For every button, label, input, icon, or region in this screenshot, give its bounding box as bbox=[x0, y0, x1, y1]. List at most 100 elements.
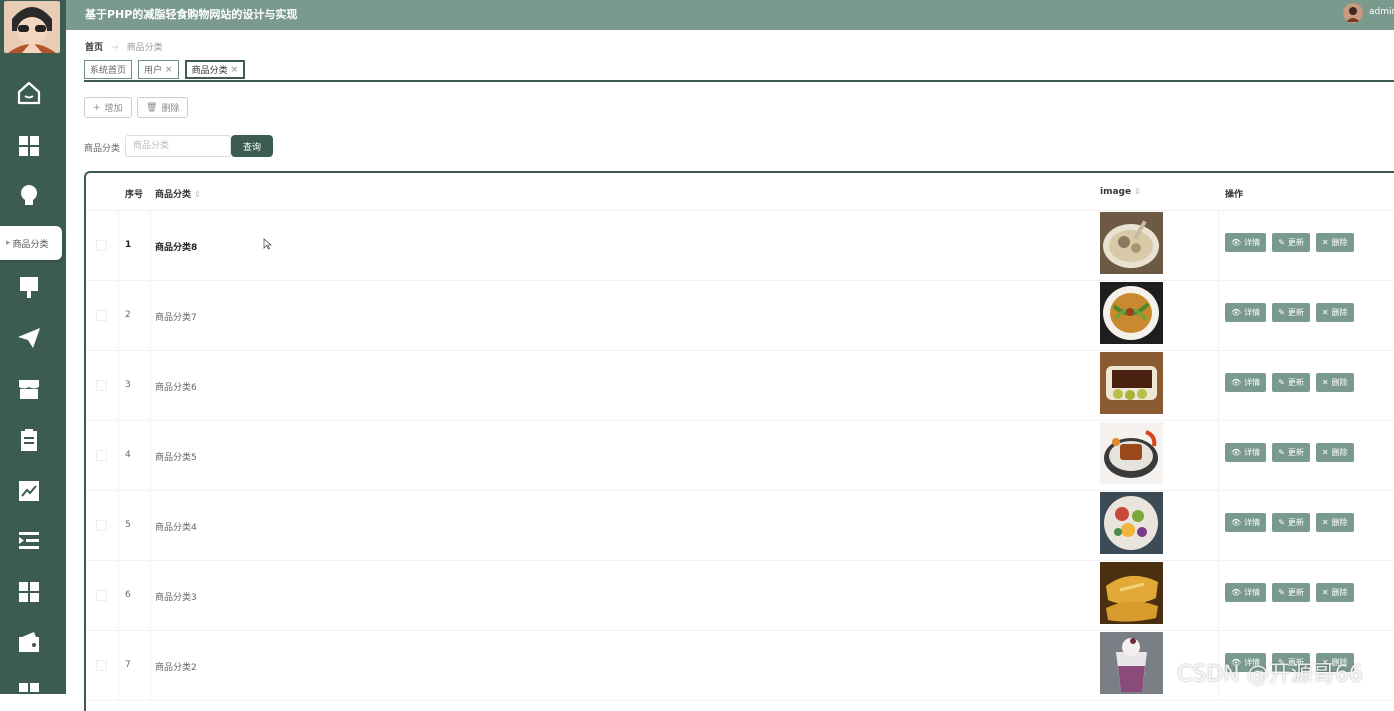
update-button[interactable]: ✎ 更新 bbox=[1272, 303, 1310, 322]
detail-button[interactable]: 👁 详情 bbox=[1225, 373, 1267, 392]
search-input[interactable] bbox=[125, 135, 231, 157]
table-row: 2 商品分类7 👁 详情 ✎ 更新 ✕ 删除 bbox=[86, 281, 1394, 351]
chart-line-icon[interactable] bbox=[14, 476, 44, 506]
tab-system-home[interactable]: 系统首页 bbox=[84, 60, 133, 79]
close-icon: ✕ bbox=[1321, 378, 1329, 387]
update-button[interactable]: ✎ 更新 bbox=[1272, 513, 1310, 532]
detail-button-label: 详情 bbox=[1244, 378, 1261, 387]
edit-icon: ✎ bbox=[1278, 518, 1285, 527]
update-button-label: 更新 bbox=[1287, 378, 1304, 387]
store-icon[interactable] bbox=[14, 374, 44, 404]
indent-list-icon[interactable] bbox=[14, 526, 44, 556]
row-delete-button[interactable]: ✕ 删除 bbox=[1315, 233, 1354, 252]
row-delete-button-label: 删除 bbox=[1331, 308, 1348, 317]
detail-button[interactable]: 👁 详情 bbox=[1225, 233, 1267, 252]
update-button-label: 更新 bbox=[1287, 308, 1304, 317]
row-delete-button[interactable]: ✕ 删除 bbox=[1315, 373, 1354, 392]
cell-divider bbox=[118, 211, 119, 281]
row-category-name: 商品分类7 bbox=[155, 313, 197, 323]
delete-button[interactable]: 🗑 删除 bbox=[137, 97, 189, 118]
cell-divider bbox=[1218, 421, 1219, 491]
row-delete-button-label: 删除 bbox=[1331, 588, 1348, 597]
row-delete-button[interactable]: ✕ 删除 bbox=[1315, 583, 1354, 602]
cell-divider bbox=[150, 561, 151, 631]
eye-icon: 👁 bbox=[1231, 518, 1242, 527]
update-button[interactable]: ✎ 更新 bbox=[1272, 583, 1310, 602]
cell-divider bbox=[118, 351, 119, 421]
plus-icon: + bbox=[93, 102, 101, 113]
row-checkbox[interactable] bbox=[96, 310, 107, 321]
row-delete-button-label: 删除 bbox=[1331, 448, 1348, 457]
row-checkbox[interactable] bbox=[96, 660, 107, 671]
add-button[interactable]: + 增加 bbox=[84, 97, 132, 118]
cell-divider bbox=[1218, 211, 1219, 281]
detail-button[interactable]: 👁 详情 bbox=[1225, 513, 1267, 532]
row-food-image[interactable] bbox=[1100, 422, 1163, 484]
edit-icon: ✎ bbox=[1278, 588, 1285, 597]
close-icon[interactable]: × bbox=[165, 65, 173, 75]
detail-button[interactable]: 👁 详情 bbox=[1225, 583, 1267, 602]
cell-divider bbox=[118, 491, 119, 561]
sort-icon[interactable]: ⇕ bbox=[194, 190, 201, 199]
row-index: 6 bbox=[125, 590, 131, 600]
detail-button-label: 详情 bbox=[1244, 518, 1261, 527]
row-index: 7 bbox=[125, 660, 131, 670]
paper-plane-icon[interactable] bbox=[14, 323, 44, 353]
edit-icon: ✎ bbox=[1278, 378, 1285, 387]
close-icon[interactable]: × bbox=[231, 65, 239, 75]
close-icon: ✕ bbox=[1321, 518, 1329, 527]
row-food-image[interactable] bbox=[1100, 492, 1163, 554]
search-button[interactable]: 查询 bbox=[231, 135, 273, 157]
detail-button[interactable]: 👁 详情 bbox=[1225, 443, 1267, 462]
wallet-icon[interactable] bbox=[14, 628, 44, 658]
header-image[interactable]: image ⇕ bbox=[1100, 187, 1141, 197]
row-checkbox[interactable] bbox=[96, 520, 107, 531]
update-button[interactable]: ✎ 更新 bbox=[1272, 373, 1310, 392]
clipboard-icon[interactable] bbox=[14, 425, 44, 455]
breadcrumb-current: 商品分类 bbox=[126, 43, 163, 53]
cell-divider bbox=[150, 491, 151, 561]
grid-icon[interactable] bbox=[14, 131, 44, 161]
row-delete-button[interactable]: ✕ 删除 bbox=[1315, 513, 1354, 532]
user-name[interactable]: admin bbox=[1369, 7, 1394, 17]
update-button[interactable]: ✎ 更新 bbox=[1272, 233, 1310, 252]
cell-divider bbox=[118, 631, 119, 701]
sidebar: ▸ 商品分类 bbox=[0, 0, 66, 694]
sidebar-avatar[interactable] bbox=[4, 1, 60, 53]
row-delete-button[interactable]: ✕ 删除 bbox=[1315, 303, 1354, 322]
row-food-image[interactable] bbox=[1100, 352, 1163, 414]
tab-users[interactable]: 用户 × bbox=[138, 60, 179, 79]
table-row: 5 商品分类4 👁 详情 ✎ 更新 ✕ 删除 bbox=[86, 491, 1394, 561]
grid-icon[interactable] bbox=[14, 577, 44, 607]
row-category-name: 商品分类2 bbox=[155, 663, 197, 673]
update-button-label: 更新 bbox=[1287, 238, 1304, 247]
row-food-image[interactable] bbox=[1100, 632, 1163, 694]
row-category-name: 商品分类5 bbox=[155, 453, 197, 463]
update-button[interactable]: ✎ 更新 bbox=[1272, 443, 1310, 462]
detail-button[interactable]: 👁 详情 bbox=[1225, 303, 1267, 322]
row-checkbox[interactable] bbox=[96, 590, 107, 601]
row-food-image[interactable] bbox=[1100, 212, 1163, 274]
row-checkbox[interactable] bbox=[96, 240, 107, 251]
breadcrumb-separator: → bbox=[111, 43, 119, 53]
row-food-image[interactable] bbox=[1100, 562, 1163, 624]
row-checkbox[interactable] bbox=[96, 380, 107, 391]
cell-divider bbox=[150, 351, 151, 421]
row-checkbox[interactable] bbox=[96, 450, 107, 461]
breadcrumb-home[interactable]: 首页 bbox=[85, 43, 103, 53]
home-icon[interactable] bbox=[14, 78, 44, 108]
header-index: 序号 bbox=[125, 190, 144, 200]
header-category[interactable]: 商品分类 ⇕ bbox=[155, 187, 201, 200]
row-delete-button[interactable]: ✕ 删除 bbox=[1315, 443, 1354, 462]
cell-divider bbox=[118, 421, 119, 491]
close-icon: ✕ bbox=[1321, 308, 1329, 317]
row-food-image[interactable] bbox=[1100, 282, 1163, 344]
sort-icon[interactable]: ⇕ bbox=[1134, 187, 1141, 196]
lightbulb-icon[interactable] bbox=[14, 181, 44, 211]
row-actions: 👁 详情 ✎ 更新 ✕ 删除 bbox=[1225, 443, 1354, 462]
user-avatar[interactable] bbox=[1343, 3, 1363, 23]
brush-icon[interactable] bbox=[14, 272, 44, 302]
detail-button-label: 详情 bbox=[1244, 588, 1261, 597]
grid-icon[interactable] bbox=[14, 678, 44, 708]
tab-product-category[interactable]: 商品分类 × bbox=[184, 60, 246, 79]
